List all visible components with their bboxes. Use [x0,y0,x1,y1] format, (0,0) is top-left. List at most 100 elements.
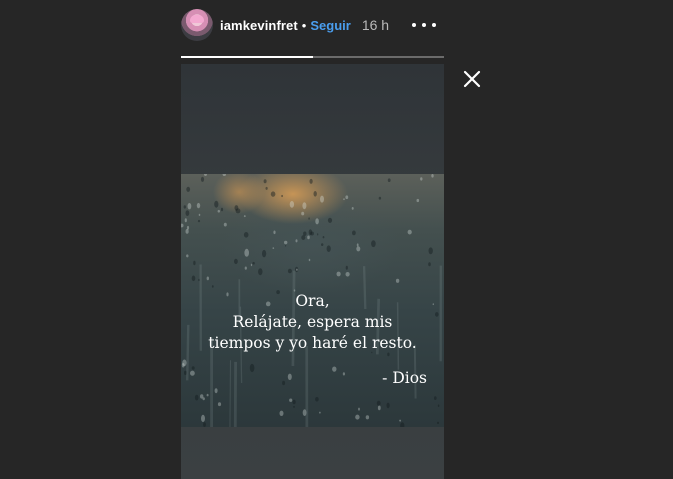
rain-drop [436,421,440,424]
rain-drop [292,399,296,405]
rain-drop [352,230,356,236]
rain-drop [186,254,189,258]
story-content[interactable]: Ora, Relájate, espera mis tiempos y yo h… [181,64,444,479]
rain-drop [345,272,350,277]
rain-drop [296,268,298,271]
follow-button[interactable]: Seguir [310,18,350,33]
rain-drop [217,209,220,213]
rain-drop [289,398,293,402]
rain-drop [307,235,310,240]
rain-drop [313,191,317,197]
rain-drop [345,265,348,270]
story-viewer: iamkevinfret • Seguir 16 h Ora, Relájate… [0,0,673,479]
story-progress-fill [181,56,313,58]
rain-drop [200,176,205,182]
rain-drop [293,405,295,408]
rain-drop [326,245,331,252]
rain-drop [182,359,187,367]
rain-drop [201,414,205,422]
rain-drop [281,194,283,198]
rain-drop [243,215,246,218]
rain-drop [356,246,361,252]
rain-drop [319,411,321,414]
separator-dot: • [301,17,307,33]
rain-drop [400,422,405,427]
rain-drop [365,415,370,420]
story-quote: Ora, Relájate, espera mis tiempos y yo h… [181,291,444,354]
rain-drop [252,261,255,265]
rain-drop [284,240,288,245]
rain-drop [378,196,382,200]
rain-drop [322,236,325,239]
rain-drop [270,191,276,197]
more-dot [422,23,426,27]
rain-streak [229,360,232,427]
rain-drop [287,268,292,274]
rain-drop [343,198,345,201]
quote-signature: - Dios [382,369,427,387]
rain-drop [358,407,360,411]
rain-drop [183,205,186,209]
close-icon[interactable] [462,69,482,89]
rain-drop [217,402,222,407]
rain-drop [434,396,437,400]
username[interactable]: iamkevinfret [220,18,298,33]
rain-drop [272,247,275,249]
rain-drop [320,195,324,203]
rain-drop [203,422,206,427]
rain-drop [197,219,201,223]
rain-drop [190,370,195,376]
rain-drop [198,213,201,216]
rain-drop [202,397,205,401]
story-progress-bar [181,56,444,58]
more-options-icon[interactable] [412,19,436,31]
rain-drop [214,388,218,394]
timestamp: 16 h [361,17,390,33]
rain-drop [282,380,286,386]
story-header: iamkevinfret • Seguir 16 h [181,9,389,41]
rain-drop [196,202,201,209]
rain-drop [315,397,319,402]
rain-drop [244,266,247,270]
rain-drop [332,366,337,372]
rain-drop [420,177,423,181]
rain-drop [371,240,376,248]
rain-drop [377,405,381,411]
story-image: Ora, Relájate, espera mis tiempos y yo h… [181,174,444,427]
rain-drop [317,233,319,236]
rain-drop [265,186,268,190]
rain-drop [327,217,333,223]
rain-drop [211,285,214,288]
rain-drop [191,275,196,282]
rain-drop [309,178,313,184]
rain-drop [376,400,381,406]
quote-line: Relájate, espera mis [232,313,393,331]
rain-drop [285,245,287,247]
rain-drop [416,198,420,203]
rain-drop [223,222,227,227]
rain-drop [187,203,192,210]
rain-drop [355,414,360,420]
rain-drop [243,232,249,238]
rain-drop [351,207,354,210]
rain-drop [289,201,295,208]
more-dot [412,23,416,27]
rain-drop [186,225,190,230]
rain-drop [206,276,209,281]
avatar[interactable] [181,9,213,41]
rain-drop [204,174,207,176]
rain-drop [263,179,267,184]
rain-drop [301,235,306,240]
rain-drop [258,268,263,276]
rain-drop [191,366,195,370]
rain-drop [249,363,255,373]
rain-drop [262,249,267,258]
rain-drop [273,230,276,235]
rain-drop [302,202,307,210]
rain-drop [250,263,253,267]
rain-drop [186,186,191,192]
rain-drop [321,243,324,246]
rain-drop [214,200,219,208]
rain-drop [222,174,226,176]
rain-drop [431,174,434,178]
